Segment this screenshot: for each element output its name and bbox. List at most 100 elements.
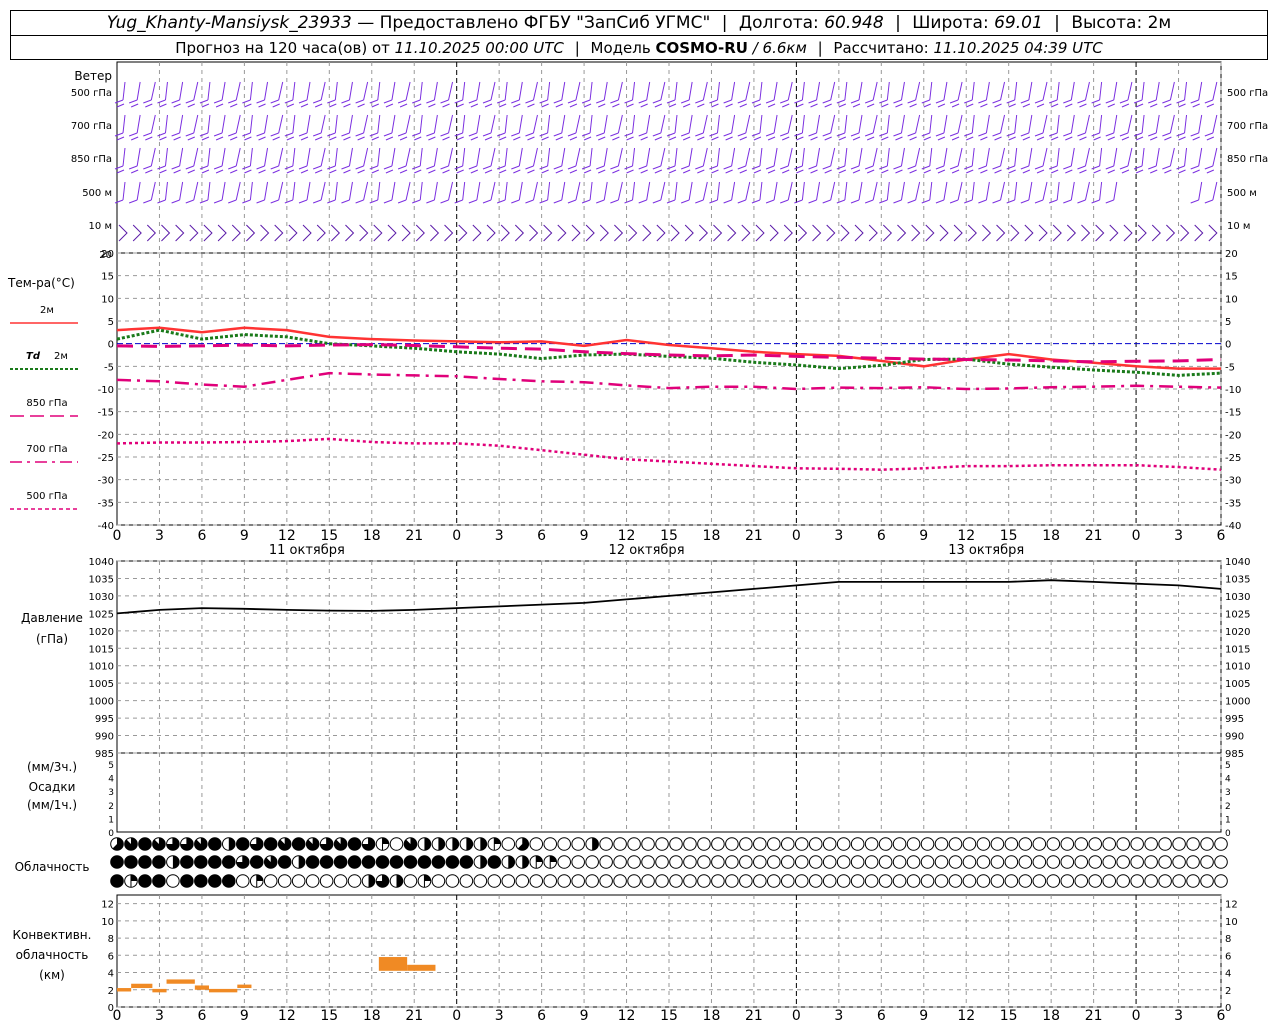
wind-barb (850, 147, 863, 174)
wind-barb-shaft (264, 181, 269, 201)
pressure-tick-right: 985 (1225, 749, 1244, 760)
wind-barb (840, 224, 850, 242)
wind-barb-feather (258, 103, 266, 108)
wind-barb-shaft (915, 114, 921, 134)
wind-barb (907, 114, 921, 141)
wind-barb-shaft (561, 181, 566, 201)
wind-barb-shaft (1042, 147, 1048, 167)
wind-barb-feather (399, 169, 408, 174)
cloud-cover-symbol (543, 874, 558, 888)
wind-barb-shaft (235, 81, 241, 101)
wind-barb-base (412, 99, 421, 104)
wind-barb-shaft (306, 114, 311, 134)
hour-label-bottom: 21 (745, 1008, 763, 1024)
wind-barb-feather (1192, 169, 1200, 174)
wind-barb (765, 181, 778, 204)
wind-barb-shaft (787, 114, 793, 134)
cloud-cover-symbol (1144, 855, 1158, 869)
wind-barb (553, 114, 566, 141)
wind-barb-shaft (136, 81, 141, 101)
wind-barb-feather (1178, 169, 1186, 174)
wind-barb-base (496, 199, 506, 204)
wind-barb-shaft (603, 81, 608, 101)
wind-barb-feather (1065, 169, 1073, 174)
wind-barb-base (553, 199, 562, 204)
wind-barb-shaft (150, 147, 156, 167)
wind-barb-shaft (391, 181, 396, 201)
pressure-title: Давление (21, 611, 83, 625)
wind-barb (228, 147, 241, 174)
cloud-circle (892, 874, 907, 888)
wind-barb-feather (187, 103, 195, 108)
wind-barb-feather (810, 169, 818, 174)
cloud-fill-full (348, 837, 361, 851)
wind-barb-shaft (561, 147, 566, 167)
convective-tick-left: 12 (101, 900, 114, 911)
wind-barb (302, 224, 312, 242)
wind-barb-shaft (1155, 147, 1160, 167)
cloud-cover-symbol (990, 837, 1005, 851)
wind-barb-feather (824, 103, 832, 108)
wind-barb-feather (470, 169, 479, 174)
precip-tick-left: 3 (108, 788, 114, 798)
wind-barb (1119, 114, 1133, 141)
wind-barb-base (1176, 99, 1185, 104)
temperature-tick-right: -20 (1225, 430, 1241, 441)
wind-barb-shaft (278, 147, 284, 167)
wind-barb-feather (966, 136, 974, 141)
wind-barb-base (780, 132, 789, 137)
wind-barb (1020, 181, 1033, 204)
cloud-cover-symbol (808, 874, 823, 888)
wind-barb-feather (343, 169, 351, 174)
cloud-fill-full (488, 855, 501, 869)
cloud-cover-symbol (124, 837, 138, 851)
cloud-circle (669, 837, 683, 851)
cloud-fill-full (306, 855, 319, 869)
wind-barb-base (1048, 99, 1058, 104)
wind-barb-shaft (632, 147, 636, 167)
wind-barb-base (496, 132, 506, 137)
cloud-fill-full (222, 874, 236, 888)
wind-barb (397, 181, 411, 204)
wind-barb (1020, 147, 1033, 174)
cloud-cover-symbol (557, 874, 571, 888)
wind-barb (596, 81, 608, 108)
wind-barb-shaft (787, 81, 793, 101)
cloud-circle (836, 837, 851, 851)
wind-barb-base (864, 199, 874, 204)
wind-barb-shaft (348, 181, 353, 201)
cloud-cover-symbol (194, 837, 208, 851)
wind-barb (680, 181, 693, 204)
wind-barb (401, 224, 411, 242)
wind-barb (992, 114, 1006, 141)
wind-barb-base (1148, 99, 1157, 104)
cloud-cover-symbol (739, 855, 753, 869)
wind-barb-shaft (334, 114, 338, 134)
cloud-circle (976, 855, 991, 869)
wind-barb (468, 114, 481, 141)
wind-barb-shaft (674, 147, 678, 167)
cloud-circle (655, 855, 669, 869)
wind-barb-stroke (628, 224, 638, 242)
wind-barb-feather (1065, 136, 1073, 141)
convective-tick-right: 0 (1225, 1003, 1231, 1014)
cloud-circle (557, 874, 571, 888)
cloud-circle (347, 874, 362, 888)
cloud-cover-symbol (1004, 855, 1019, 869)
wind-barb (1105, 147, 1118, 174)
cloud-circle (878, 837, 893, 851)
wind-barb-shaft (971, 114, 975, 134)
cloud-cover-symbol (1200, 837, 1214, 851)
convective-tick-right: 2 (1225, 986, 1231, 997)
cloud-circle (515, 874, 530, 888)
wind-barb (143, 114, 156, 141)
wind-barb-shaft (646, 81, 651, 101)
wind-barb (553, 81, 566, 108)
hour-label-bottom: 3 (1174, 1008, 1183, 1024)
wind-barb (783, 224, 793, 242)
wind-barb-shaft (264, 147, 269, 167)
cloud-fill-sector (424, 837, 431, 851)
wind-barb-base (454, 99, 463, 104)
pressure-tick-right: 995 (1225, 714, 1244, 725)
wind-barb (652, 147, 666, 174)
